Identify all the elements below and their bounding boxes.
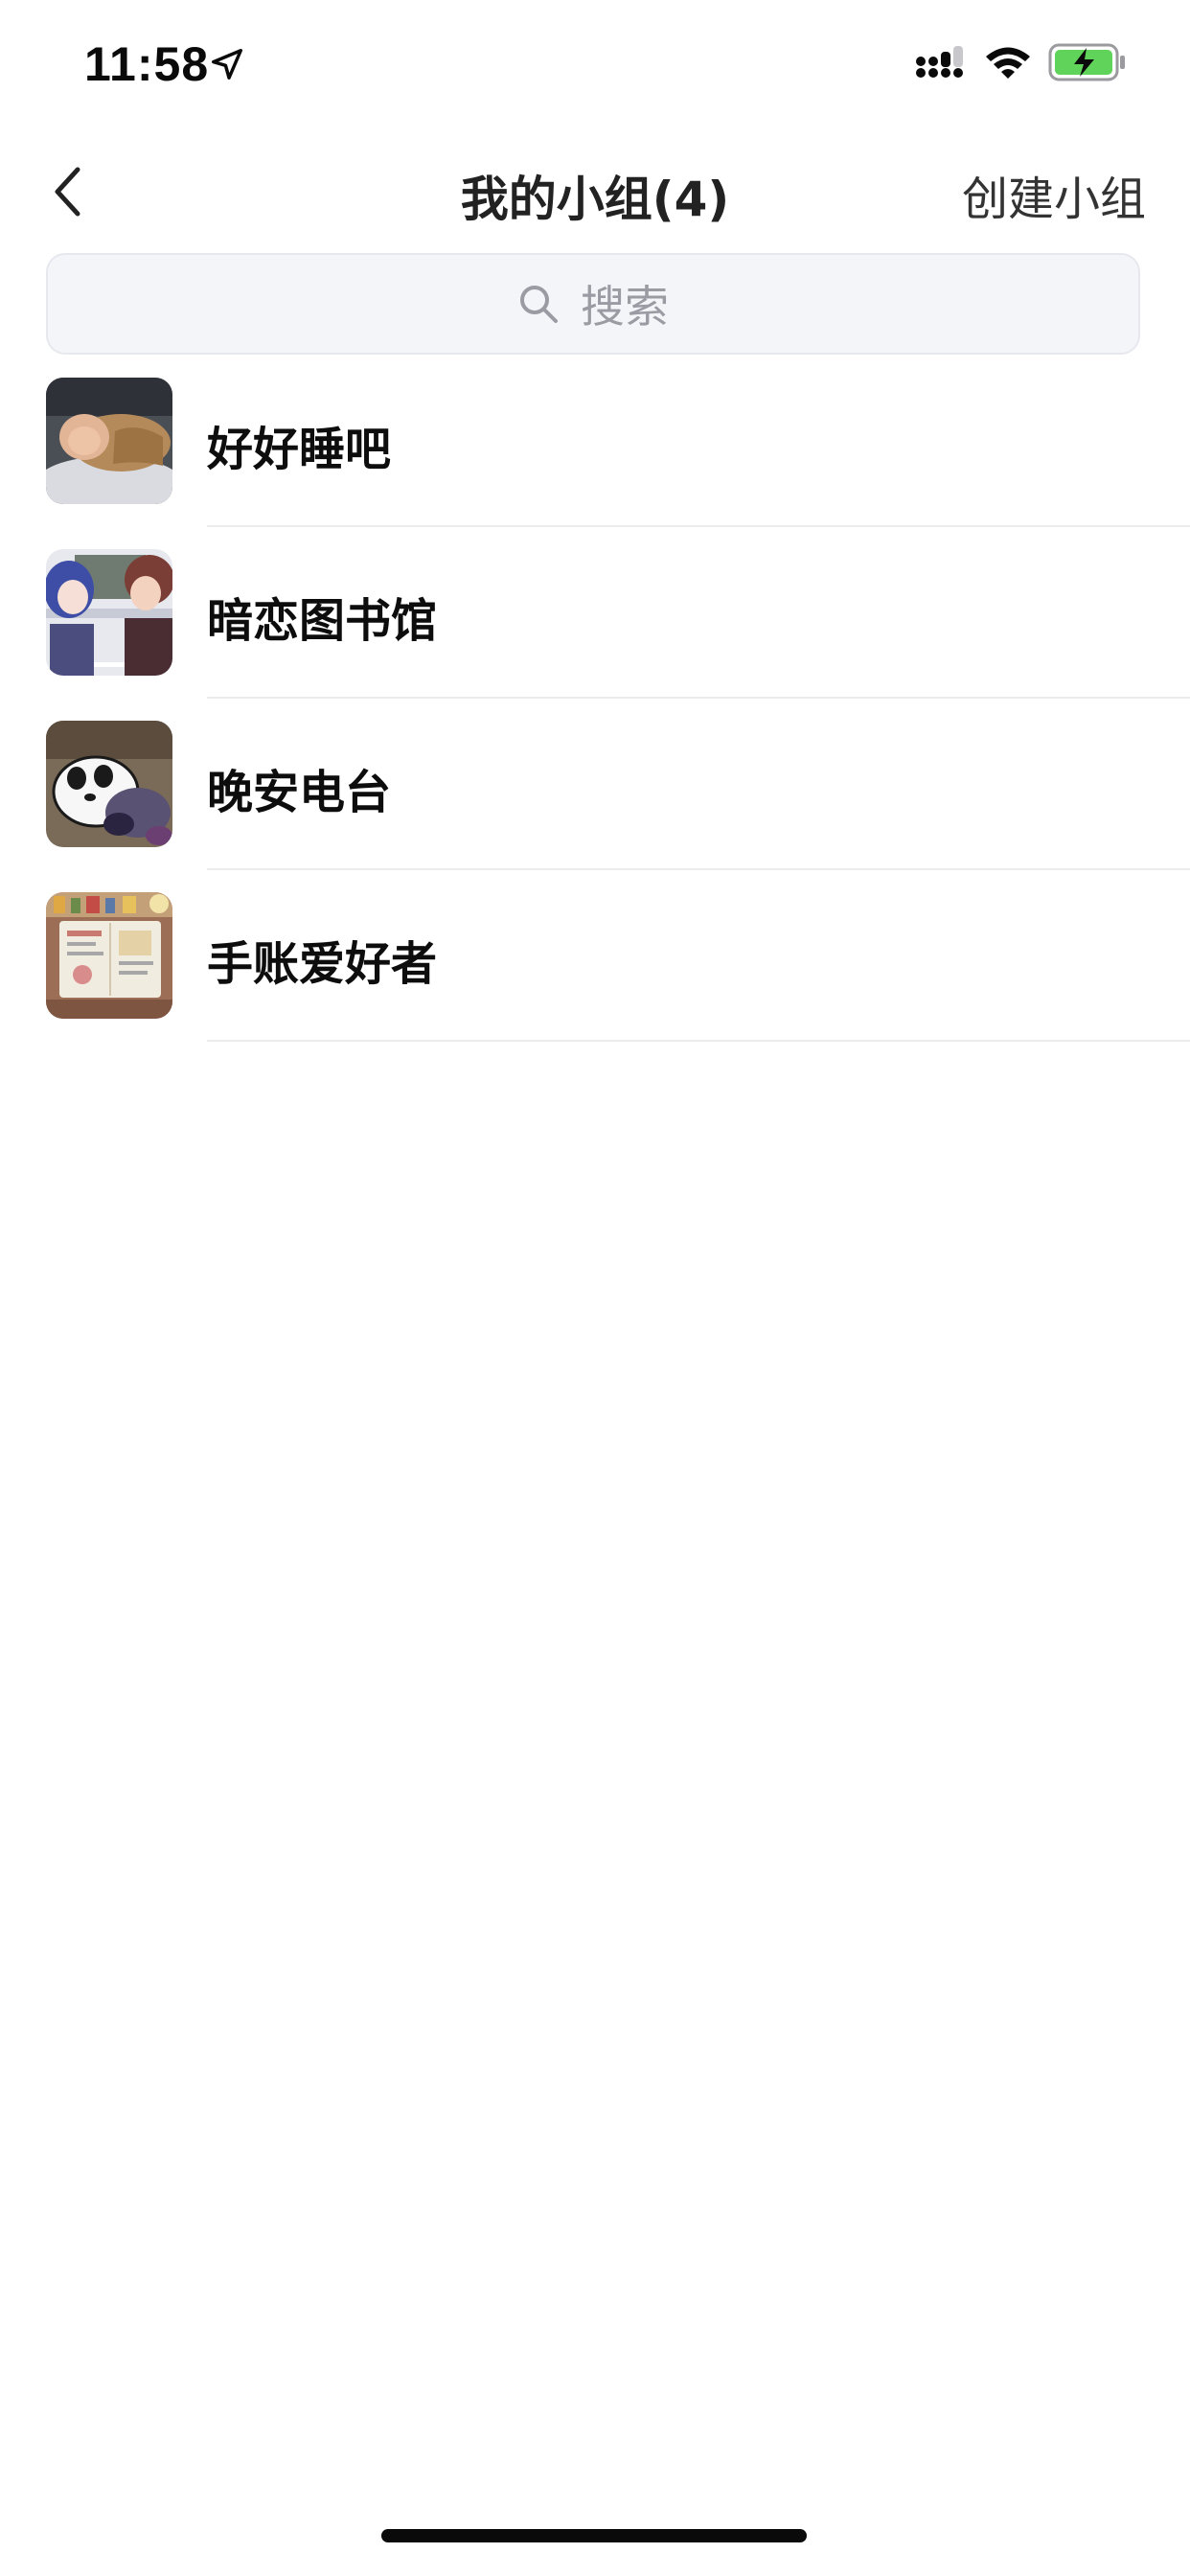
- status-time: 11:58: [84, 37, 210, 91]
- group-avatar: [46, 721, 172, 847]
- group-name: 好好睡吧: [207, 423, 392, 476]
- search-input[interactable]: 搜索: [46, 253, 1140, 355]
- anime-characters-image: [46, 549, 172, 676]
- group-avatar: [46, 892, 172, 1019]
- group-item[interactable]: 手账爱好者: [0, 879, 1190, 1050]
- location-arrow-icon: [212, 49, 242, 80]
- panda-cartoon-image: [46, 721, 172, 847]
- group-avatar: [46, 378, 172, 504]
- signal-icon: [916, 46, 963, 78]
- divider: [207, 1040, 1190, 1042]
- search-icon: [520, 286, 558, 323]
- nav-bar: 我的小组(4) 创建小组: [0, 144, 1190, 240]
- group-item[interactable]: 好好睡吧: [0, 364, 1190, 536]
- home-indicator[interactable]: [381, 2529, 807, 2542]
- group-name: 暗恋图书馆: [207, 594, 438, 648]
- journal-desk-image: [46, 892, 172, 1019]
- status-bar: 11:58: [0, 0, 1190, 126]
- divider: [207, 868, 1190, 870]
- group-item[interactable]: 晚安电台: [0, 707, 1190, 879]
- wifi-icon: [986, 47, 1030, 79]
- group-item[interactable]: 暗恋图书馆: [0, 536, 1190, 707]
- battery-charging-icon: [1048, 43, 1125, 81]
- group-avatar: [46, 549, 172, 676]
- create-group-button[interactable]: 创建小组: [962, 161, 1146, 228]
- sleeping-baby-image: [46, 378, 172, 504]
- divider: [207, 525, 1190, 527]
- group-name: 手账爱好者: [207, 937, 438, 991]
- divider: [207, 697, 1190, 699]
- group-list: 好好睡吧 暗恋图书馆 晚安电台 手账爱好者: [0, 364, 1190, 1050]
- group-name: 晚安电台: [207, 766, 392, 819]
- search-placeholder: 搜索: [581, 281, 669, 333]
